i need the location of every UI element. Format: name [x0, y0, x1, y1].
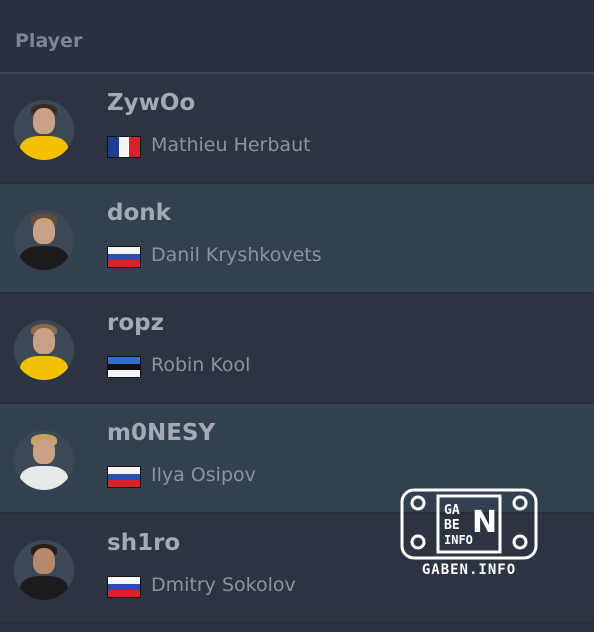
player-row[interactable]: ropz Robin Kool [0, 294, 594, 404]
player-avatar [14, 100, 74, 160]
russia-flag-icon [107, 246, 141, 268]
player-real-name: Danil Kryshkovets [151, 244, 322, 266]
player-avatar [14, 210, 74, 270]
player-avatar [14, 540, 74, 600]
player-nickname[interactable]: donk [107, 200, 171, 226]
svg-text:BE: BE [444, 518, 460, 533]
player-nickname[interactable]: m0NESY [107, 420, 215, 446]
russia-flag-icon [107, 576, 141, 598]
svg-text:N: N [472, 505, 497, 540]
watermark-caption: GABEN.INFO [421, 562, 517, 578]
gaben-info-watermark: GA BE N INFO GABEN.INFO [400, 488, 538, 580]
player-avatar [14, 320, 74, 380]
russia-flag-icon [107, 466, 141, 488]
table-header: Player [0, 0, 594, 74]
player-real-name: Mathieu Herbaut [151, 134, 311, 156]
player-row[interactable]: ZywOo Mathieu Herbaut [0, 74, 594, 184]
france-flag-icon [107, 136, 141, 158]
player-nickname[interactable]: ZywOo [107, 90, 195, 116]
player-avatar [14, 430, 74, 490]
player-column-header[interactable]: Player [15, 30, 82, 52]
player-real-name: Robin Kool [151, 354, 251, 376]
player-row[interactable]: donk Danil Kryshkovets [0, 184, 594, 294]
player-real-name: Dmitry Sokolov [151, 574, 296, 596]
player-nickname[interactable]: sh1ro [107, 530, 180, 556]
svg-text:INFO: INFO [444, 533, 473, 547]
svg-text:GA: GA [444, 503, 460, 518]
player-real-name: Ilya Osipov [151, 464, 256, 486]
gamepad-logo-icon: GA BE N INFO [400, 488, 538, 560]
estonia-flag-icon [107, 356, 141, 378]
player-nickname[interactable]: ropz [107, 310, 164, 336]
